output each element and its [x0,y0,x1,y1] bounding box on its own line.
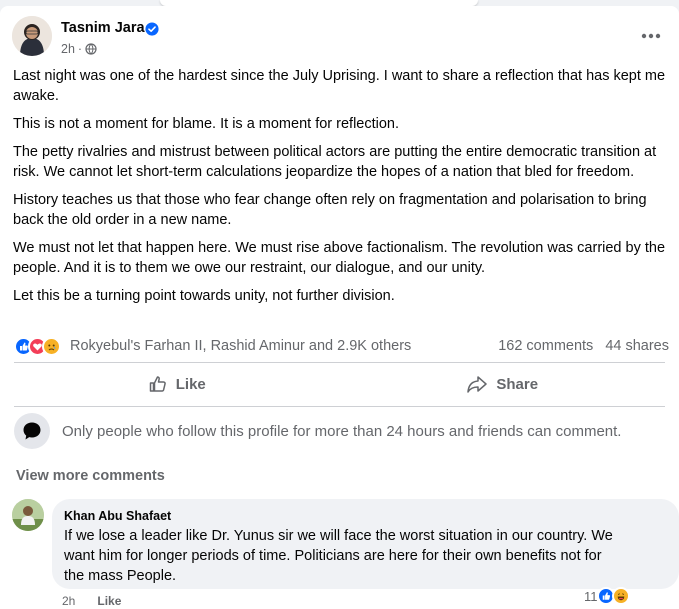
globe-icon[interactable] [85,43,97,55]
post-text: Last night was one of the hardest since … [13,66,668,314]
post-paragraph: This is not a moment for blame. It is a … [13,116,400,132]
author-avatar[interactable] [12,16,52,56]
post-paragraph: Last night was one of the hardest since … [13,68,666,104]
like-label: Like [175,375,206,393]
comment-like-button[interactable]: Like [97,594,121,608]
share-button[interactable]: Share [340,368,666,400]
engagement-counts: 162 comments 44 shares [498,338,669,354]
restriction-text: Only people who follow this profile for … [62,422,622,440]
post-card: Tasnim Jara 2h · Last night was one of t… [0,6,679,609]
more-options-button[interactable] [637,22,665,50]
view-more-comments-link[interactable]: View more comments [16,468,165,484]
meta-separator: · [77,42,83,56]
comment-reactions[interactable]: 11 [584,587,630,605]
comment-footer: 2h Like [62,594,121,608]
comment-text: If we lose a leader like Dr. Yunus sir w… [64,528,613,584]
like-button[interactable]: Like [14,368,340,400]
comment-restriction-notice: Only people who follow this profile for … [14,411,665,451]
post-time[interactable]: 2h [61,42,75,56]
shares-count[interactable]: 44 shares [605,338,669,354]
post-paragraph: History teaches us that those who fear c… [13,192,647,228]
share-label: Share [496,375,539,393]
post-header: Tasnim Jara 2h · [12,16,667,60]
post-actions: Like Share [14,368,665,400]
sad-icon [42,336,61,356]
reactions-summary: Rokyebul's Farhan II, Rashid Aminur and … [14,334,669,358]
thumbs-up-icon [149,376,166,392]
commenter-name[interactable]: Khan Abu Shafaet [64,508,667,524]
post-paragraph: We must not let that happen here. We mus… [13,240,666,276]
verified-badge-icon [145,22,159,36]
laugh-icon [611,587,630,605]
divider-top [14,362,665,363]
share-arrow-icon [467,376,488,393]
comment-reaction-count: 11 [584,588,598,604]
post-paragraph: Let this be a turning point towards unit… [13,288,395,304]
comment-bubble-icon [14,413,50,449]
post-paragraph: The petty rivalries and mistrust between… [13,144,657,180]
reactors-text[interactable]: Rokyebul's Farhan II, Rashid Aminur and … [70,338,411,354]
comment-time[interactable]: 2h [62,594,75,608]
comments-count[interactable]: 162 comments [498,338,593,354]
author-name[interactable]: Tasnim Jara [61,20,145,36]
commenter-avatar[interactable] [12,499,44,531]
reaction-icons[interactable] [14,336,61,356]
more-dots-icon [641,33,661,39]
comment-bubble: Khan Abu Shafaet If we lose a leader lik… [52,499,679,589]
post-meta: 2h · [61,42,97,56]
divider-bottom [14,406,665,407]
